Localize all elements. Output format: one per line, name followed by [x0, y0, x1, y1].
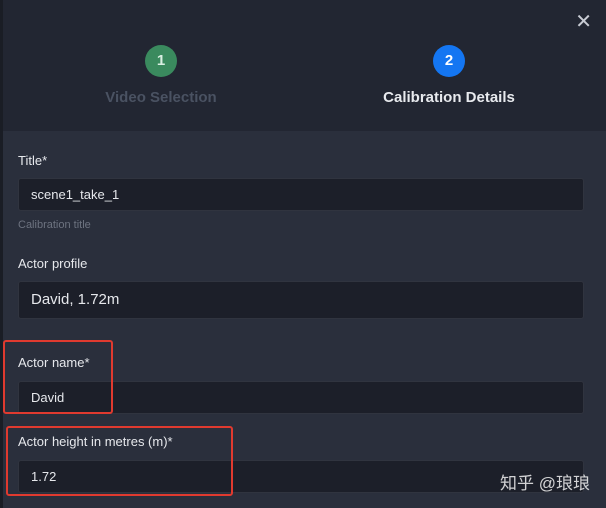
- step-calibration-details[interactable]: 2 Calibration Details: [349, 45, 549, 106]
- step-2-circle: 2: [433, 45, 465, 77]
- title-input[interactable]: scene1_take_1: [18, 178, 584, 211]
- step-video-selection[interactable]: 1 Video Selection: [61, 45, 261, 106]
- actor-name-label: Actor name*: [18, 355, 90, 370]
- step-1-circle: 1: [145, 45, 177, 77]
- watermark: 知乎 @琅琅: [500, 474, 590, 493]
- actor-profile-label: Actor profile: [18, 256, 88, 271]
- step-2-label: Calibration Details: [383, 89, 515, 106]
- actor-profile-select[interactable]: David, 1.72m: [18, 281, 584, 319]
- title-label: Title*: [18, 153, 48, 168]
- close-icon[interactable]: ✕: [575, 10, 592, 34]
- step-1-label: Video Selection: [105, 89, 217, 106]
- stepper-header: ✕ 1 Video Selection 2 Calibration Detail…: [3, 0, 606, 131]
- calibration-modal: ✕ 1 Video Selection 2 Calibration Detail…: [0, 0, 606, 508]
- actor-name-input[interactable]: David: [18, 381, 584, 414]
- title-hint: Calibration title: [18, 219, 91, 231]
- actor-height-label: Actor height in metres (m)*: [18, 434, 173, 449]
